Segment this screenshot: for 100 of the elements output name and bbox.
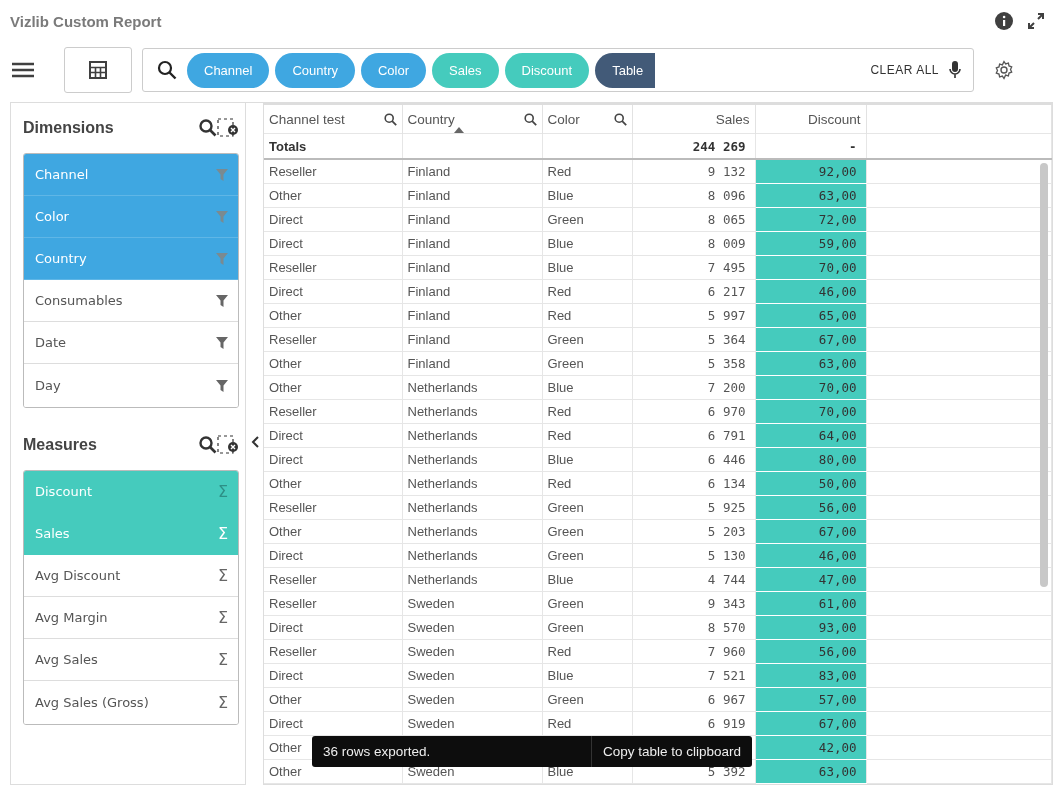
filter-icon	[216, 168, 228, 181]
collapse-icon[interactable]	[250, 436, 259, 448]
info-icon[interactable]	[995, 12, 1013, 30]
table-cell: Netherlands	[407, 524, 478, 539]
table-cell: Other	[269, 476, 302, 491]
table-icon	[89, 61, 107, 79]
table-cell: 46,00	[818, 548, 857, 563]
table-cell: 59,00	[818, 236, 857, 251]
table-cell: Netherlands	[407, 428, 478, 443]
table-cell: Green	[547, 620, 584, 635]
table-cell: 7 521	[707, 668, 746, 683]
table-cell: 57,00	[818, 692, 857, 707]
table-cell: 65,00	[818, 308, 857, 323]
table-cell: Direct	[269, 668, 303, 683]
table-cell: 93,00	[818, 620, 857, 635]
table-cell: Reseller	[269, 332, 317, 347]
table-cell: 70,00	[818, 404, 857, 419]
table-cell: Netherlands	[407, 380, 478, 395]
table-cell: 8 096	[707, 188, 746, 203]
table-cell: 6 967	[707, 692, 746, 707]
search-icon[interactable]	[613, 112, 627, 126]
clear-selection-icon[interactable]	[217, 435, 239, 455]
table-cell: Reseller	[269, 404, 317, 419]
table-cell: Red	[547, 428, 572, 443]
table-cell: 46,00	[818, 284, 857, 299]
table-cell: 6 791	[707, 428, 746, 443]
table-cell: 72,00	[818, 212, 857, 227]
table-cell: Netherlands	[407, 572, 478, 587]
table-cell: Blue	[547, 188, 574, 203]
clear-all-link[interactable]: CLEAR ALL	[870, 63, 939, 77]
table-cell: 9 132	[707, 164, 746, 179]
scrollbar[interactable]	[1040, 163, 1048, 587]
table-cell: Finland	[407, 188, 451, 203]
table-cell: 5 130	[707, 548, 746, 563]
table-cell: Red	[547, 404, 572, 419]
selection-chip[interactable]: Table	[595, 52, 656, 88]
table-cell: 6 217	[707, 284, 746, 299]
search-icon[interactable]	[199, 119, 217, 137]
table-cell: Netherlands	[407, 452, 478, 467]
search-icon[interactable]	[383, 112, 397, 126]
sigma-icon: Σ	[217, 609, 228, 626]
table-cell: Red	[547, 644, 572, 659]
expand-icon[interactable]	[1027, 12, 1045, 30]
table-cell: Direct	[269, 548, 303, 563]
table-cell: Red	[547, 164, 572, 179]
table-cell: Direct	[269, 620, 303, 635]
table-cell: Other	[269, 308, 302, 323]
table-cell: 42,00	[818, 740, 857, 755]
table-cell: 5 364	[707, 332, 746, 347]
table-cell: Reseller	[269, 500, 317, 515]
table-cell: 63,00	[818, 188, 857, 203]
clear-selection-icon[interactable]	[217, 118, 239, 138]
table-cell: Green	[547, 500, 584, 515]
filter-icon	[216, 210, 228, 223]
table-cell: Red	[547, 284, 572, 299]
table-cell: Green	[547, 212, 584, 227]
table-cell: Blue	[547, 260, 574, 275]
table-cell: Blue	[547, 236, 574, 251]
sigma-icon: Σ	[217, 525, 228, 542]
search-icon[interactable]	[157, 60, 177, 80]
column-header[interactable]: Channel test	[264, 105, 402, 134]
table-cell: 5 392	[707, 764, 746, 779]
table-cell: Reseller	[269, 596, 317, 611]
table-cell: Finland	[407, 308, 451, 323]
table-cell: Blue	[547, 380, 574, 395]
table-cell: Direct	[269, 236, 303, 251]
table-cell: 67,00	[818, 524, 857, 539]
table-cell: 70,00	[818, 380, 857, 395]
table-view-button[interactable]	[64, 47, 132, 93]
column-header[interactable]: Sales	[632, 105, 755, 134]
settings-icon[interactable]	[994, 60, 1014, 80]
table-cell: 8 570	[707, 620, 746, 635]
search-icon[interactable]	[523, 112, 537, 126]
copy-button[interactable]: Copy table to clipboard	[590, 736, 752, 767]
table-cell: Green	[547, 332, 584, 347]
table-cell: 6 970	[707, 404, 746, 419]
sigma-icon: Σ	[217, 567, 228, 584]
table-cell: 70,00	[818, 260, 857, 275]
table-cell: Sweden	[407, 620, 455, 635]
table-cell: 47,00	[818, 572, 857, 587]
table-cell: Red	[547, 476, 572, 491]
search-icon[interactable]	[199, 436, 217, 454]
table-cell: Reseller	[269, 644, 317, 659]
table-cell: Sweden	[407, 644, 455, 659]
filter-icon	[216, 336, 228, 349]
table-cell: Finland	[407, 164, 451, 179]
section-title: Dimensions	[23, 119, 115, 137]
table-cell: 63,00	[818, 356, 857, 371]
table-cell: Reseller	[269, 260, 317, 275]
table-cell: Other	[269, 764, 302, 779]
menu-icon[interactable]	[12, 62, 34, 78]
microphone-icon[interactable]	[949, 61, 961, 79]
table-cell: Direct	[269, 428, 303, 443]
table-cell: Finland	[407, 332, 451, 347]
table-cell: 50,00	[818, 476, 857, 491]
total-cell: Totals	[269, 138, 307, 154]
column-header[interactable]: Discount	[755, 105, 866, 134]
column-header[interactable]: Country	[402, 105, 542, 134]
table-cell: Finland	[407, 260, 451, 275]
column-header[interactable]: Color	[542, 105, 632, 134]
